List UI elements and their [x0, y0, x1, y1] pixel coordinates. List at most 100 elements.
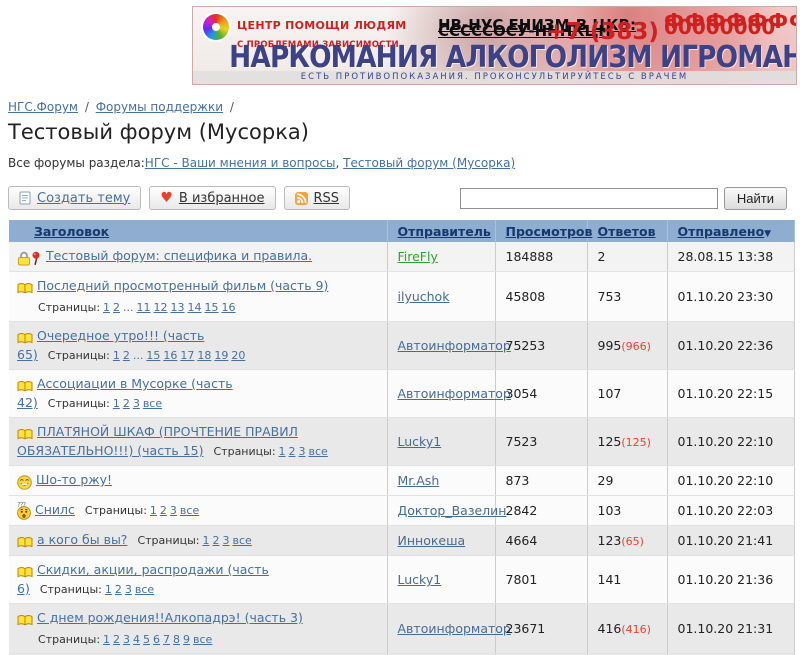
page-link[interactable]: все [135, 583, 154, 596]
page-link[interactable]: все [143, 397, 162, 410]
scrambled-phone-digits: 00000000 ФФФФФФФФ [664, 13, 792, 39]
page-link[interactable]: 1 [279, 445, 286, 458]
page-link[interactable]: 8 [173, 633, 180, 646]
page-link[interactable]: все [193, 633, 212, 646]
page-link[interactable]: 1 [113, 349, 120, 362]
topic-link[interactable]: Снилс [35, 502, 75, 517]
replies-count: 2 [587, 242, 667, 272]
page-link[interactable]: 3 [222, 534, 229, 547]
sort-by-sender[interactable]: Отправитель [398, 224, 491, 239]
page-link[interactable]: 1 [113, 397, 120, 410]
page-link[interactable]: 1 [103, 301, 110, 314]
replies-count: 753 [587, 272, 667, 322]
sort-by-replies[interactable]: Ответов [598, 224, 656, 239]
section-label: Все форумы раздела: [8, 156, 145, 170]
page-link[interactable]: 3 [133, 397, 140, 410]
page-link[interactable]: 18 [197, 349, 211, 362]
page-link[interactable]: 17 [180, 349, 194, 362]
page-link[interactable]: 15 [146, 349, 160, 362]
replies-count: 29 [587, 466, 667, 496]
page-link[interactable]: 4 [133, 633, 140, 646]
page-link[interactable]: 2 [113, 301, 120, 314]
page-link[interactable]: 3 [125, 583, 132, 596]
page-link[interactable]: 13 [171, 301, 185, 314]
page-link[interactable]: 20 [231, 349, 245, 362]
topic-link[interactable]: С днем рождения!!Алкопадрэ! (часть 3) [37, 610, 303, 625]
topic-link[interactable]: а кого бы вы? [37, 532, 127, 547]
page-link[interactable]: 3 [299, 445, 306, 458]
add-to-favorites-button[interactable]: ♥ В избранное [149, 186, 275, 210]
favorites-label: В избранное [179, 191, 265, 206]
page-link[interactable]: 2 [212, 534, 219, 547]
search-input[interactable] [460, 188, 718, 209]
sender-link[interactable]: Автоинформатор [398, 621, 511, 636]
book-icon [17, 332, 33, 345]
book-icon [17, 614, 33, 627]
page-link[interactable]: 1 [103, 633, 110, 646]
pages-list: Страницы:123все [48, 397, 162, 410]
sort-by-views[interactable]: Просмотров [506, 224, 593, 239]
page-link[interactable]: 3 [123, 633, 130, 646]
pages-ellipsis: ... [133, 349, 144, 362]
page-link[interactable]: 12 [154, 301, 168, 314]
sort-by-title[interactable]: Заголовок [34, 224, 109, 239]
sender-link[interactable]: FireFly [398, 249, 438, 264]
page-link[interactable]: 3 [170, 504, 177, 517]
sender-link[interactable]: Lucky1 [398, 572, 442, 587]
page-title: Тестовый форум (Мусорка) [8, 120, 787, 144]
grin-smiley-icon [17, 475, 32, 490]
views-count: 45808 [495, 272, 587, 322]
page-link[interactable]: 15 [205, 301, 219, 314]
page-link[interactable]: 6 [153, 633, 160, 646]
page-link[interactable]: 16 [163, 349, 177, 362]
page-link[interactable]: все [232, 534, 251, 547]
page-link[interactable]: все [180, 504, 199, 517]
sender-link[interactable]: ilyuchok [398, 289, 450, 304]
sender-link[interactable]: Иннокеша [398, 533, 466, 548]
sender-link[interactable]: Автоинформатор [398, 386, 511, 401]
page-link[interactable]: 16 [222, 301, 236, 314]
sender-link[interactable]: Lucky1 [398, 434, 442, 449]
page-link[interactable]: 2 [113, 633, 120, 646]
views-count: 2842 [495, 496, 587, 526]
page-link[interactable]: 1 [202, 534, 209, 547]
page-link[interactable]: 2 [123, 349, 130, 362]
page-link[interactable]: 2 [160, 504, 167, 517]
page-link[interactable]: 19 [214, 349, 228, 362]
page-link[interactable]: 5 [143, 633, 150, 646]
rss-button[interactable]: RSS [284, 186, 351, 210]
topic-row: Скидки, акции, распродажи (часть 6)Стран… [9, 556, 794, 604]
page-link[interactable]: 1 [105, 583, 112, 596]
ad-banner[interactable]: ЦЕНТР ПОМОЩИ ЛЮДЯМ С ПРОБЛЕМАМИ ЗАВИСИМО… [192, 6, 797, 85]
banner-area: ЦЕНТР ПОМОЩИ ЛЮДЯМ С ПРОБЛЕМАМИ ЗАВИСИМО… [0, 0, 800, 92]
section-link-ngs-opinions[interactable]: НГС - Ваши мнения и вопросы [145, 156, 336, 170]
create-topic-button[interactable]: Создать тему [8, 186, 141, 210]
replies-count: 995(966) [587, 322, 667, 370]
topic-row: а кого бы вы?Страницы:123всеИннокеша4664… [9, 526, 794, 556]
page-link[interactable]: 14 [188, 301, 202, 314]
sort-by-date[interactable]: Отправлено [678, 224, 765, 239]
sender-link[interactable]: Mr.Ash [398, 473, 440, 488]
page-link[interactable]: 9 [183, 633, 190, 646]
sender-link[interactable]: Доктор_Вазелин [398, 503, 507, 518]
breadcrumb-ngs-forum[interactable]: НГС.Форум [8, 100, 78, 114]
page-link[interactable]: 11 [137, 301, 151, 314]
topic-link[interactable]: Шо-то ржу! [36, 472, 112, 487]
page-link[interactable]: все [309, 445, 328, 458]
page-link[interactable]: 1 [150, 504, 157, 517]
sent-date: 01.10.20 22:36 [667, 322, 794, 370]
sent-date: 28.08.15 13:38 [667, 242, 794, 272]
search-button[interactable]: Найти [724, 187, 787, 210]
page-link[interactable]: 2 [289, 445, 296, 458]
topic-link[interactable]: Последний просмотренный фильм (часть 9) [37, 278, 328, 293]
page-link[interactable]: 2 [115, 583, 122, 596]
page-link[interactable]: 7 [163, 633, 170, 646]
breadcrumb: НГС.Форум / Форумы поддержки / [8, 100, 787, 114]
topic-link[interactable]: Тестовый форум: специфика и правила. [46, 248, 312, 263]
breadcrumb-support-forums[interactable]: Форумы поддержки [96, 100, 223, 114]
section-link-test-forum[interactable]: Тестовый форум (Мусорка) [343, 156, 515, 170]
topic-row: ???СнилсСтраницы:123всеДоктор_Вазелин284… [9, 496, 794, 526]
page-link[interactable]: 2 [123, 397, 130, 410]
sender-link[interactable]: Автоинформатор [398, 338, 511, 353]
views-count: 75253 [495, 322, 587, 370]
